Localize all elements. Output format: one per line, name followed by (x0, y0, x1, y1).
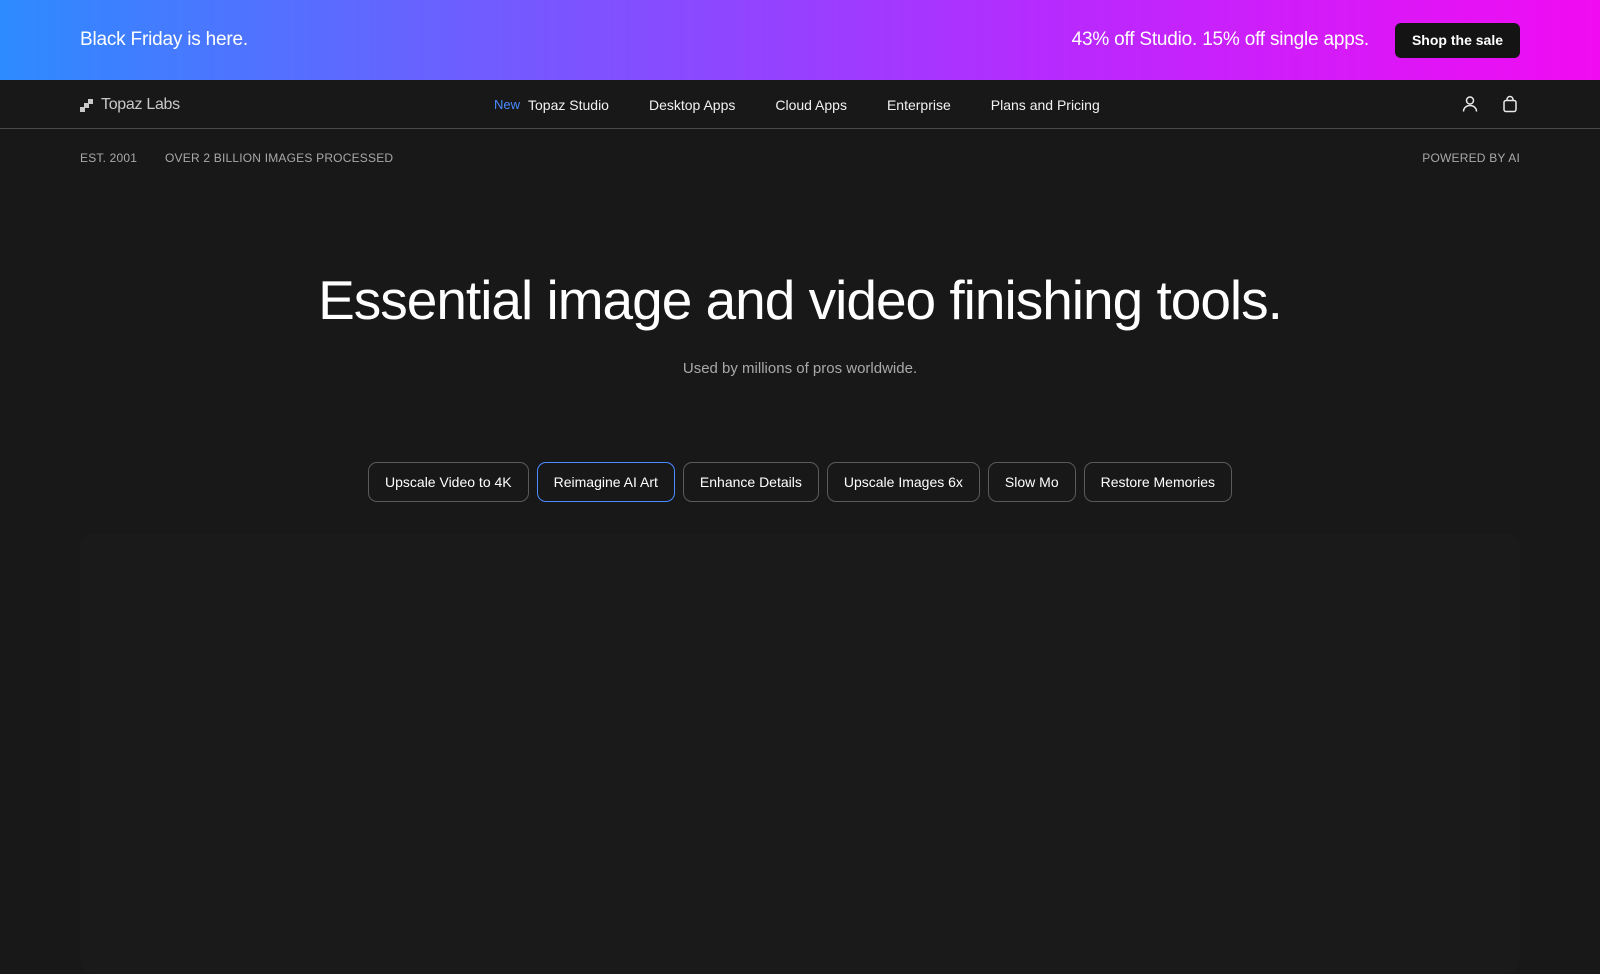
shop-sale-button[interactable]: Shop the sale (1394, 22, 1520, 58)
topaz-logo[interactable]: Topaz Labs (80, 96, 180, 114)
main-navbar: Topaz Labs New Topaz Studio Desktop Apps… (0, 80, 1600, 129)
account-icon[interactable] (1460, 94, 1480, 114)
new-badge: New (494, 97, 521, 112)
tab-restore-memories[interactable]: Restore Memories (1083, 462, 1232, 502)
tab-reimagine-ai-art[interactable]: Reimagine AI Art (536, 462, 675, 502)
promo-banner: Black Friday is here. 43% off Studio. 15… (0, 0, 1600, 80)
hero-subtitle: Used by millions of pros worldwide. (682, 360, 918, 377)
established-text: EST. 2001 (80, 151, 138, 165)
tab-upscale-video[interactable]: Upscale Video to 4K (368, 462, 529, 502)
nav-links: New Topaz Studio Desktop Apps Cloud Apps… (494, 80, 1140, 129)
showcase-panel (80, 534, 1520, 974)
promo-right-group: 43% off Studio. 15% off single apps. Sho… (1071, 22, 1520, 58)
feature-tabs: Upscale Video to 4K Reimagine AI Art Enh… (0, 462, 1600, 502)
powered-by-ai-text: POWERED BY AI (1422, 151, 1520, 165)
logo-text: Topaz Labs (101, 96, 180, 113)
tab-slow-mo[interactable]: Slow Mo (987, 462, 1076, 502)
nav-item-cloud-apps[interactable]: Cloud Apps (775, 97, 847, 113)
promo-offer-text: 43% off Studio. 15% off single apps. (1071, 29, 1370, 50)
nav-item-topaz-studio[interactable]: Topaz Studio (528, 97, 609, 113)
cart-icon[interactable] (1500, 94, 1520, 114)
topaz-logo-mark-icon (80, 98, 93, 112)
images-processed-text: OVER 2 BILLION IMAGES PROCESSED (165, 151, 394, 165)
tab-upscale-images[interactable]: Upscale Images 6x (826, 462, 980, 502)
tab-enhance-details[interactable]: Enhance Details (682, 462, 819, 502)
nav-item-plans-pricing[interactable]: Plans and Pricing (991, 97, 1100, 113)
nav-icons (1460, 94, 1520, 114)
promo-headline: Black Friday is here. (80, 29, 248, 50)
nav-item-enterprise[interactable]: Enterprise (887, 97, 951, 113)
hero-title: Essential image and video finishing tool… (318, 269, 1283, 331)
nav-item-desktop-apps[interactable]: Desktop Apps (649, 97, 735, 113)
